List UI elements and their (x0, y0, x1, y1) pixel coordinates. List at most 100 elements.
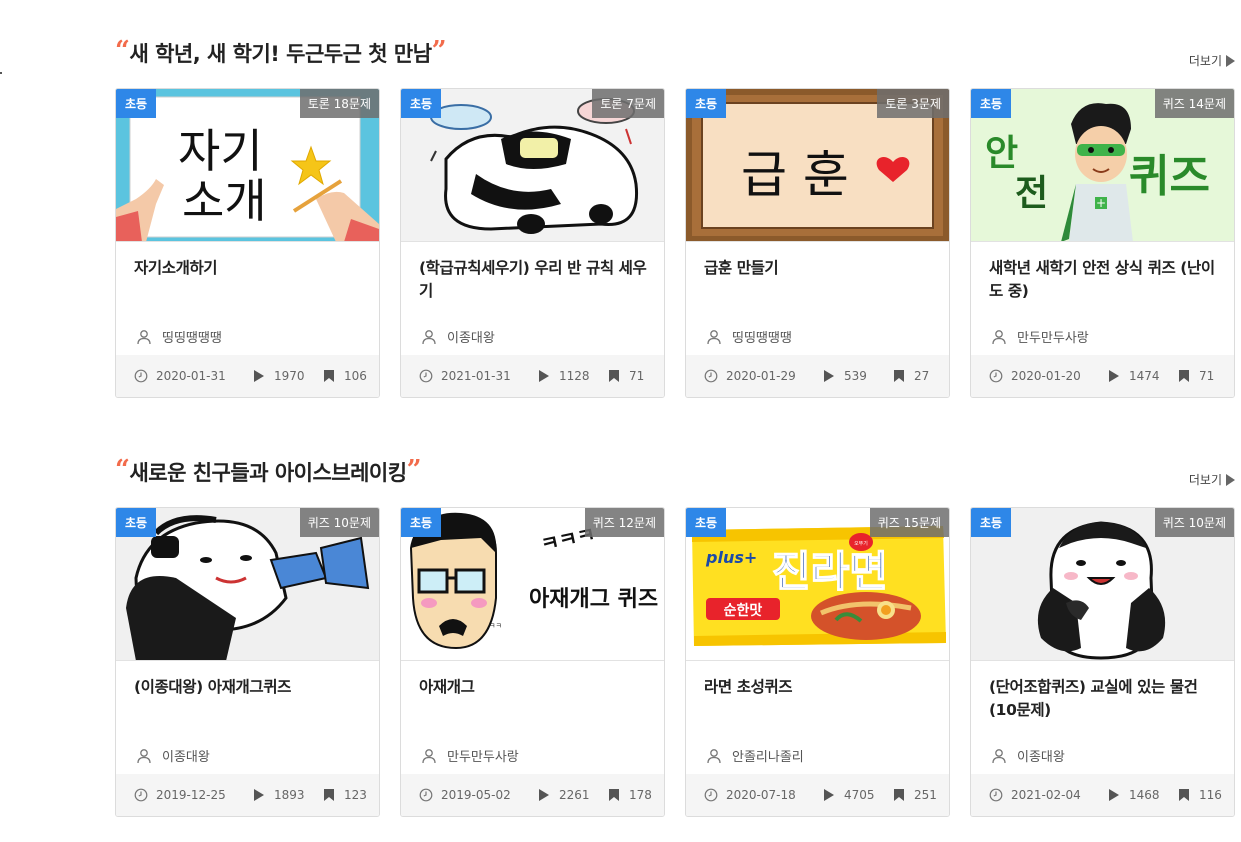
author-name: 안졸리나졸리 (732, 750, 804, 765)
author-name: 띵띵땡땡땡 (732, 331, 792, 346)
play-icon (254, 370, 264, 382)
author-name: 이종대왕 (162, 750, 210, 765)
card-author: 만두만두사랑 (991, 327, 1089, 346)
content-card[interactable]: 초등 퀴즈 10문제 (단어조합퀴즈) 교실에 있는 물건(10문제) 이종대왕… (970, 507, 1235, 817)
meta-views: 1128 (537, 369, 590, 383)
user-icon (137, 748, 151, 763)
clock-icon (989, 369, 1003, 383)
date-text: 2020-07-18 (726, 788, 796, 802)
chevron-right-icon (1226, 54, 1235, 67)
bookmark-icon (1179, 370, 1189, 382)
meta-views: 1893 (252, 788, 305, 802)
card-title[interactable]: 급훈 만들기 (704, 257, 934, 280)
type-badge: 퀴즈 15문제 (869, 508, 949, 537)
section-title-text: 새로운 친구들과 아이스브레이킹 (129, 461, 407, 485)
meta-date: 2021-01-31 (419, 369, 511, 383)
clock-icon (704, 788, 718, 802)
content-card[interactable]: 초등 토론 7문제 (학급규칙세우기) 우리 반 규칙 세우기 이종대왕 202… (400, 88, 665, 398)
content-card[interactable]: 초등 퀴즈 10문제 (이종대왕) 아재개그퀴즈 이종대왕 2019-12-25… (115, 507, 380, 817)
card-title[interactable]: 라면 초성퀴즈 (704, 676, 934, 699)
content-card[interactable]: 오뚜기 plus+ 진라면 순한맛 초등 퀴즈 15문제 라면 초성퀴즈 안졸리… (685, 507, 950, 817)
card-thumbnail: ㅋㅋㅋ 아재개그 퀴즈 ㅋㅋ 초등 퀴즈 12문제 (401, 508, 664, 661)
open-quote: “ (115, 36, 130, 66)
card-title[interactable]: 새학년 새학기 안전 상식 퀴즈 (난이도 중) (989, 257, 1219, 303)
card-author: 띵띵땡땡땡 (706, 327, 792, 346)
author-name: 띵띵땡땡땡 (162, 331, 222, 346)
bookmark-icon (1179, 789, 1189, 801)
meta-saves: 123 (322, 788, 367, 802)
more-link[interactable]: 더보기 (1189, 471, 1235, 488)
card-title[interactable]: (이종대왕) 아재개그퀴즈 (134, 676, 364, 699)
clock-icon (704, 369, 718, 383)
bookmark-icon (324, 370, 334, 382)
date-text: 2020-01-29 (726, 369, 796, 383)
content-card[interactable]: 급 훈 초등 토론 3문제 급훈 만들기 띵띵땡땡땡 2020-01-29 53… (685, 88, 950, 398)
thumb-text-right: 퀴즈 (1129, 151, 1210, 202)
card-meta: 2021-01-31 1128 71 (401, 355, 664, 397)
grade-badge: 초등 (116, 508, 157, 537)
date-text: 2021-01-31 (441, 369, 511, 383)
grade-badge: 초등 (401, 89, 442, 118)
section-title: “새로운 친구들과 아이스브레이킹” (115, 455, 422, 487)
thumb-caption-text: 아재개그 퀴즈 (529, 587, 658, 612)
play-icon (539, 370, 549, 382)
type-badge: 토론 7문제 (592, 89, 664, 118)
thumb-text-line2: 소개 (182, 174, 267, 228)
card-title[interactable]: (단어조합퀴즈) 교실에 있는 물건(10문제) (989, 676, 1219, 722)
meta-saves: 71 (607, 369, 644, 383)
clock-icon (989, 788, 1003, 802)
card-list: 자기 소개 초등 토론 18문제 자기소개하기 띵띵땡땡땡 2020-01-31 (115, 88, 1235, 398)
card-title[interactable]: 자기소개하기 (134, 257, 364, 280)
section-header: “새 학년, 새 학기! 두근두근 첫 만남” 더보기 (115, 36, 1235, 88)
meta-date: 2020-01-29 (704, 369, 796, 383)
card-thumbnail: 초등 토론 7문제 (401, 89, 664, 242)
date-text: 2021-02-04 (1011, 788, 1081, 802)
views-text: 539 (844, 369, 867, 383)
user-icon (992, 329, 1006, 344)
date-text: 2020-01-31 (156, 369, 226, 383)
section-icebreaking: “새로운 친구들과 아이스브레이킹” 더보기 초등 퀴즈 10문제 (이종대왕)… (115, 455, 1235, 817)
play-icon (254, 789, 264, 801)
content-card[interactable]: ㅋㅋㅋ 아재개그 퀴즈 ㅋㅋ 초등 퀴즈 12문제 아재개그 만두만두사랑 20… (400, 507, 665, 817)
card-meta: 2020-01-29 539 27 (686, 355, 949, 397)
views-text: 4705 (844, 788, 875, 802)
meta-saves: 116 (1177, 788, 1222, 802)
card-author: 띵띵땡땡땡 (136, 327, 222, 346)
saves-text: 251 (914, 788, 937, 802)
card-author: 안졸리나졸리 (706, 746, 804, 765)
meta-saves: 27 (892, 369, 929, 383)
card-title[interactable]: 아재개그 (419, 676, 649, 699)
views-text: 2261 (559, 788, 590, 802)
meta-date: 2021-02-04 (989, 788, 1081, 802)
thumb-ottogi: 오뚜기 (854, 540, 868, 547)
more-label: 더보기 (1188, 54, 1222, 68)
saves-text: 123 (344, 788, 367, 802)
card-meta: 2020-01-31 1970 106 (116, 355, 379, 397)
thumb-brand: 진라면 (772, 547, 888, 596)
meta-views: 4705 (822, 788, 875, 802)
meta-saves: 178 (607, 788, 652, 802)
bookmark-icon (894, 789, 904, 801)
content-card[interactable]: 자기 소개 초등 토론 18문제 자기소개하기 띵띵땡땡땡 2020-01-31 (115, 88, 380, 398)
thumb-flavor: 순한맛 (724, 602, 763, 619)
views-text: 1468 (1129, 788, 1160, 802)
meta-views: 539 (822, 369, 867, 383)
type-badge: 토론 18문제 (299, 89, 379, 118)
play-icon (824, 789, 834, 801)
clock-icon (134, 788, 148, 802)
more-link[interactable]: 더보기 (1189, 52, 1235, 69)
card-thumbnail: 초등 퀴즈 10문제 (116, 508, 379, 661)
card-title[interactable]: (학급규칙세우기) 우리 반 규칙 세우기 (419, 257, 649, 303)
user-icon (707, 748, 721, 763)
content-card[interactable]: 안 전 퀴즈 + 초등 퀴즈 14문제 새학년 새학기 안전 상식 퀴즈 (난이… (970, 88, 1235, 398)
bookmark-icon (324, 789, 334, 801)
meta-saves: 71 (1177, 369, 1214, 383)
clock-icon (134, 369, 148, 383)
card-author: 이종대왕 (991, 746, 1065, 765)
meta-views: 1468 (1107, 788, 1160, 802)
meta-views: 1970 (252, 369, 305, 383)
meta-views: 1474 (1107, 369, 1160, 383)
meta-date: 2020-01-31 (134, 369, 226, 383)
views-text: 1128 (559, 369, 590, 383)
card-thumbnail: 초등 퀴즈 10문제 (971, 508, 1234, 661)
